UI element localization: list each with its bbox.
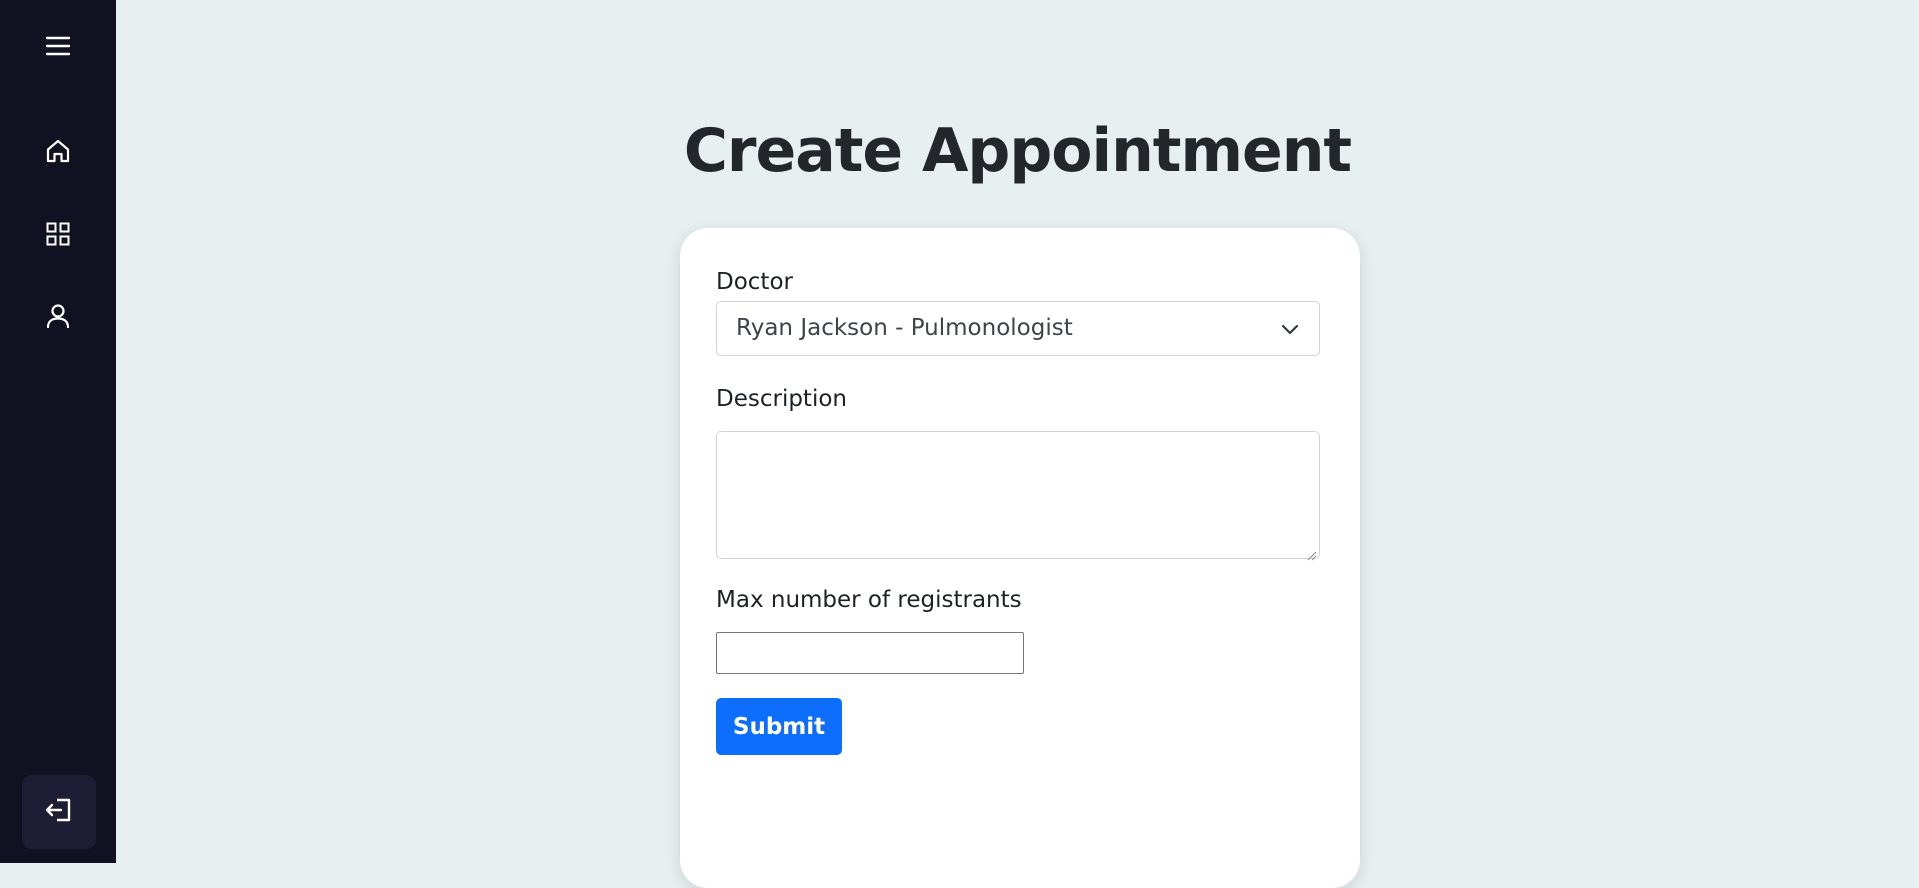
submit-button[interactable]: Submit [716, 698, 842, 755]
menu-icon [45, 35, 71, 57]
main-content: Create Appointment Doctor Ryan Jackson -… [116, 0, 1919, 888]
logout-icon [44, 796, 74, 828]
sidebar-item-home[interactable] [33, 126, 83, 176]
grid-icon [45, 221, 71, 247]
max-registrants-label: Max number of registrants [716, 587, 1022, 613]
sidebar [0, 0, 116, 863]
chevron-down-icon [1281, 321, 1299, 340]
max-registrants-input[interactable] [716, 632, 1024, 674]
user-icon [44, 302, 72, 330]
resize-grip-icon[interactable] [1307, 546, 1317, 565]
home-icon [44, 137, 72, 165]
doctor-label: Doctor [716, 269, 793, 295]
logout-button[interactable] [22, 775, 96, 849]
description-label: Description [716, 386, 847, 412]
sidebar-item-dashboard[interactable] [33, 209, 83, 259]
doctor-select[interactable]: Ryan Jackson - Pulmonologist [716, 301, 1320, 356]
sidebar-item-profile[interactable] [33, 291, 83, 341]
appointment-form-card: Doctor Ryan Jackson - Pulmonologist Desc… [680, 228, 1360, 888]
description-textarea[interactable] [716, 431, 1320, 559]
page-title: Create Appointment [683, 116, 1352, 186]
menu-toggle-button[interactable] [33, 21, 83, 71]
doctor-select-value: Ryan Jackson - Pulmonologist [736, 315, 1073, 341]
